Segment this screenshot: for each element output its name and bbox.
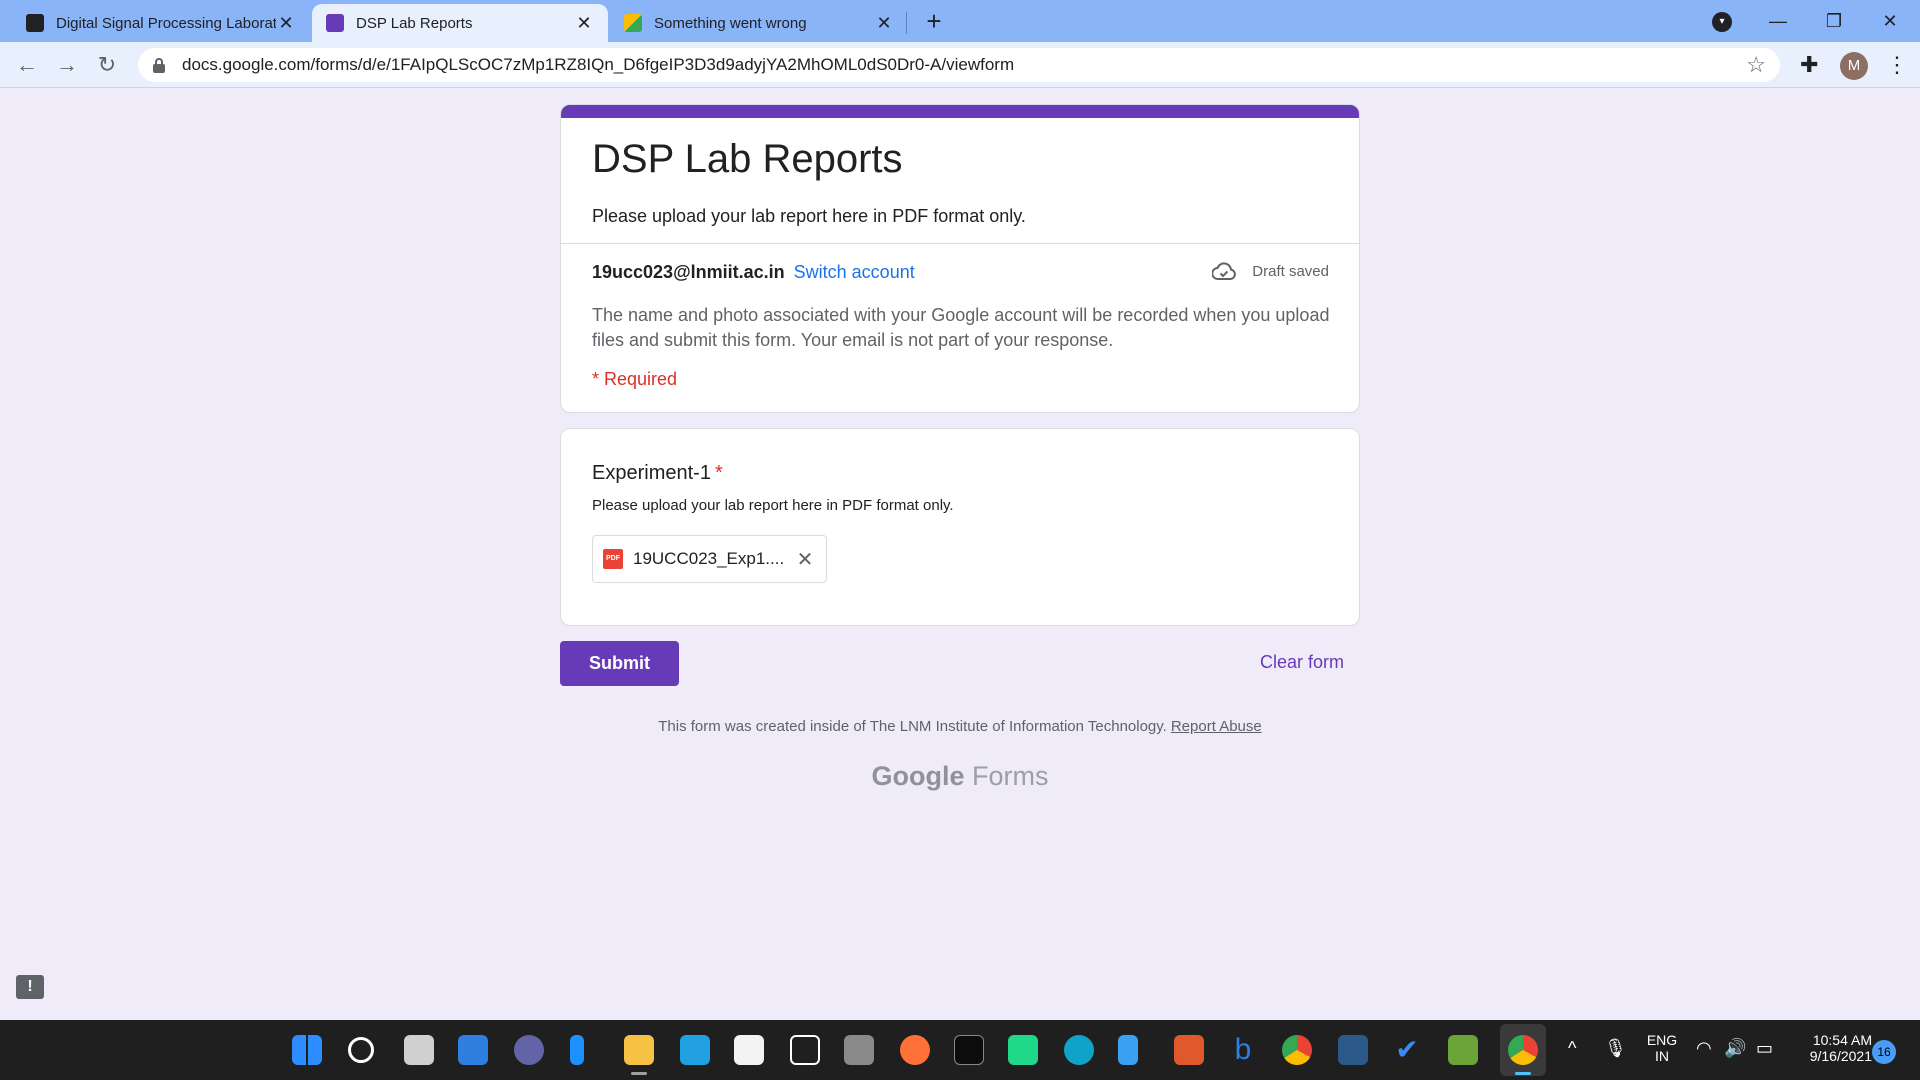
windows-taskbar: b ✔ ^ 🎙 ENG IN ◠ 🔊 ▭ 10:54 AM 9/16/2021: [0, 1020, 1920, 1080]
remove-file-icon[interactable]: ✕: [794, 547, 816, 572]
form-footer-note: This form was created inside of The LNM …: [0, 718, 1920, 735]
clock[interactable]: 10:54 AM 9/16/2021: [1788, 1032, 1872, 1064]
clear-form-button[interactable]: Clear form: [1260, 652, 1344, 673]
draft-status-text: Draft saved: [1252, 262, 1329, 280]
google-forms-logo[interactable]: Google Forms: [0, 761, 1920, 792]
matlab-icon[interactable]: [1174, 1035, 1204, 1065]
classroom-favicon-icon: [26, 14, 44, 32]
lock-icon[interactable]: [152, 58, 166, 73]
forms-favicon-icon: [326, 14, 344, 32]
forward-arrow-icon[interactable]: →: [52, 50, 82, 80]
required-asterisk: *: [714, 462, 723, 484]
terminal-icon[interactable]: [954, 1035, 984, 1065]
tab-something-went-wrong[interactable]: Something went wrong ✕: [610, 4, 908, 42]
image-viewer-icon[interactable]: [1448, 1035, 1478, 1065]
question-title-text: Experiment-1: [592, 462, 711, 484]
start-windows-icon[interactable]: [292, 1035, 322, 1065]
calculator-icon[interactable]: [844, 1035, 874, 1065]
tab-dsp-laboratory[interactable]: Digital Signal Processing Laborat ✕: [12, 4, 310, 42]
new-tab-plus-icon[interactable]: +: [920, 8, 948, 36]
browser-toolbar: ← → ↻ docs.google.com/forms/d/e/1FAIpQLS…: [0, 42, 1920, 88]
store-icon[interactable]: [734, 1035, 764, 1065]
account-row: 19ucc023@lnmiit.ac.in Switch account: [592, 262, 915, 283]
active-indicator: [1515, 1072, 1531, 1075]
todo-check-icon[interactable]: ✔: [1392, 1035, 1422, 1065]
tray-chevron-up-icon[interactable]: ^: [1568, 1038, 1576, 1059]
notification-badge[interactable]: 16: [1872, 1040, 1896, 1064]
footer-note-text: This form was created inside of The LNM …: [658, 718, 1167, 735]
tab-title: Something went wrong: [654, 14, 807, 32]
remote-desktop-icon[interactable]: [680, 1035, 710, 1065]
uploaded-file-name[interactable]: 19UCC023_Exp1....: [633, 549, 794, 569]
url-text[interactable]: docs.google.com/forms/d/e/1FAIpQLScOC7zM…: [182, 55, 1014, 75]
form-description: Please upload your lab report here in PD…: [592, 206, 1026, 226]
search-icon[interactable]: [348, 1037, 374, 1063]
tab-dsp-lab-reports[interactable]: DSP Lab Reports ✕: [312, 4, 608, 42]
restore-icon[interactable]: ❐: [1814, 6, 1854, 36]
back-arrow-icon[interactable]: ←: [12, 50, 42, 80]
account-email: 19ucc023@lnmiit.ac.in: [592, 262, 785, 282]
browser-menu-icon[interactable]: ⋮: [1886, 50, 1908, 80]
language-indicator[interactable]: ENG IN: [1642, 1032, 1682, 1064]
tab-close-icon[interactable]: ✕: [276, 13, 296, 34]
forms-wordmark: Forms: [972, 761, 1049, 791]
wifi-icon[interactable]: ◠: [1696, 1038, 1712, 1059]
required-note: * Required: [592, 369, 678, 389]
notepad-icon[interactable]: [1118, 1035, 1138, 1065]
bookmark-star-icon[interactable]: ☆: [1746, 53, 1766, 77]
file-explorer-icon[interactable]: [624, 1035, 654, 1065]
tab-strip: Digital Signal Processing Laborat ✕ DSP …: [0, 0, 1920, 42]
running-indicator: [631, 1072, 647, 1075]
reload-icon[interactable]: ↻: [92, 50, 122, 80]
tab-title: Digital Signal Processing Laborat: [56, 14, 276, 32]
profile-avatar[interactable]: M: [1840, 52, 1868, 80]
pycharm-icon[interactable]: [1008, 1035, 1038, 1065]
clock-time: 10:54 AM: [1812, 1032, 1872, 1048]
region-code: IN: [1655, 1048, 1669, 1064]
language-code: ENG: [1646, 1032, 1678, 1048]
address-bar[interactable]: docs.google.com/forms/d/e/1FAIpQLScOC7zM…: [138, 48, 1780, 82]
report-abuse-link[interactable]: Report Abuse: [1171, 718, 1262, 735]
question-title: Experiment-1 *: [592, 462, 723, 485]
firefox-icon[interactable]: [900, 1035, 930, 1065]
form-title: DSP Lab Reports: [592, 137, 903, 181]
window-close-icon[interactable]: ✕: [1870, 6, 1910, 36]
question-card-experiment-1: Experiment-1 * Please upload your lab rep…: [560, 428, 1360, 626]
cloud-saved-icon: [1212, 262, 1237, 280]
teams-chat-icon[interactable]: [514, 1035, 544, 1065]
volume-icon[interactable]: 🔊: [1724, 1038, 1746, 1059]
submit-button[interactable]: Submit: [560, 641, 679, 686]
dropbox-icon[interactable]: [790, 1035, 820, 1065]
widgets-icon[interactable]: [458, 1035, 488, 1065]
task-view-icon[interactable]: [404, 1035, 434, 1065]
vscode-icon[interactable]: [570, 1035, 584, 1065]
minimize-icon[interactable]: —: [1758, 6, 1798, 36]
tab-close-icon[interactable]: ✕: [874, 13, 894, 34]
drive-favicon-icon: [624, 14, 642, 32]
microphone-icon[interactable]: 🎙: [1604, 1038, 1627, 1059]
tab-title: DSP Lab Reports: [356, 14, 473, 32]
switch-account-link[interactable]: Switch account: [794, 262, 915, 282]
edge-icon[interactable]: [1064, 1035, 1094, 1065]
clock-date: 9/16/2021: [1809, 1048, 1872, 1064]
header-divider: [561, 243, 1359, 244]
xming-icon[interactable]: [1338, 1035, 1368, 1065]
account-notice: The name and photo associated with your …: [592, 305, 1330, 350]
question-description: Please upload your lab report here in PD…: [592, 497, 954, 514]
tab-separator: [906, 12, 907, 34]
pdf-file-icon: PDF: [603, 549, 623, 569]
tab-search-chevron-icon[interactable]: ▾: [1712, 12, 1732, 32]
feedback-icon[interactable]: !: [16, 975, 44, 999]
bing-icon[interactable]: b: [1228, 1035, 1258, 1065]
uploaded-file-chip[interactable]: PDF 19UCC023_Exp1.... ✕: [592, 535, 827, 583]
chrome-icon[interactable]: [1282, 1035, 1312, 1065]
form-header-card: DSP Lab Reports Please upload your lab r…: [560, 104, 1360, 413]
battery-icon[interactable]: ▭: [1756, 1038, 1773, 1059]
draft-status: Draft saved: [1212, 262, 1329, 280]
chrome-profile-icon[interactable]: [1508, 1035, 1538, 1065]
theme-band: [561, 105, 1359, 118]
tab-close-icon[interactable]: ✕: [574, 13, 594, 34]
extensions-puzzle-icon[interactable]: ✚: [1800, 52, 1818, 78]
google-wordmark: Google: [871, 761, 965, 791]
